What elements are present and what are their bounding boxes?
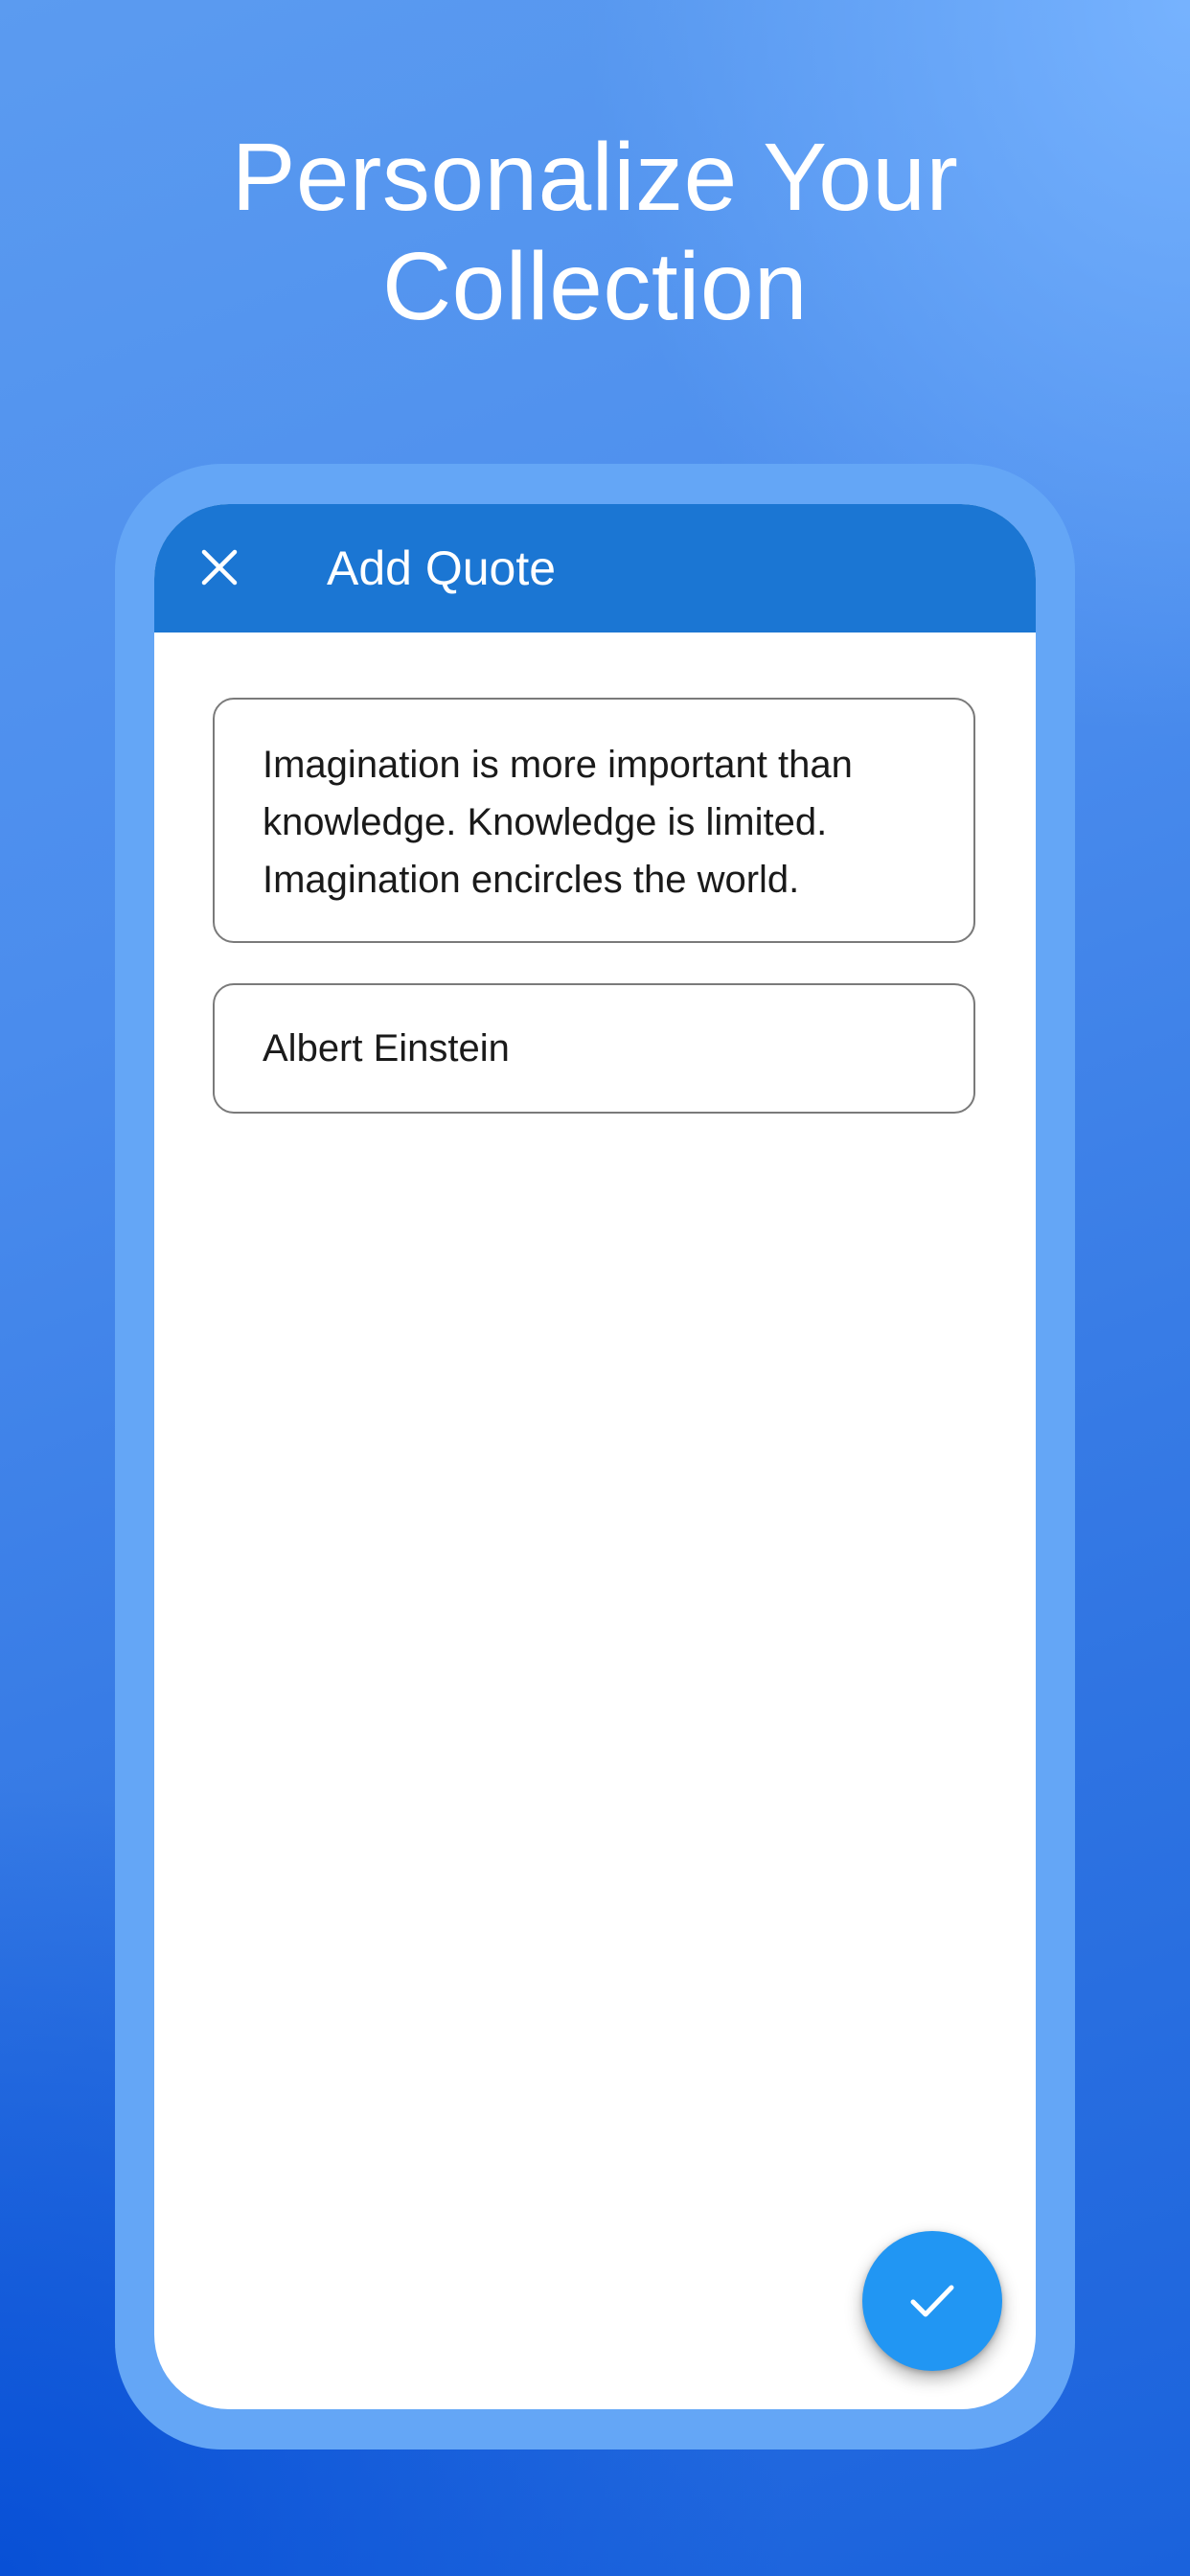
page-title: Add Quote [327, 541, 557, 595]
save-quote-button[interactable] [862, 2231, 1002, 2371]
promo-headline: Personalize Your Collection [0, 123, 1190, 341]
author-field[interactable]: Albert Einstein [213, 983, 975, 1114]
promo-headline-line-2: Collection [381, 233, 809, 340]
close-icon [201, 549, 238, 586]
promo-headline-line-1: Personalize Your [231, 124, 959, 231]
close-button[interactable] [189, 537, 250, 598]
quote-text-field[interactable]: Imagination is more important than knowl… [213, 698, 975, 943]
app-bar: Add Quote [154, 504, 1036, 632]
author-value: Albert Einstein [263, 1027, 510, 1070]
quote-text-value: Imagination is more important than knowl… [263, 744, 853, 901]
check-icon [910, 2285, 954, 2317]
phone-screen: Add Quote Imagination is more important … [154, 504, 1036, 2409]
